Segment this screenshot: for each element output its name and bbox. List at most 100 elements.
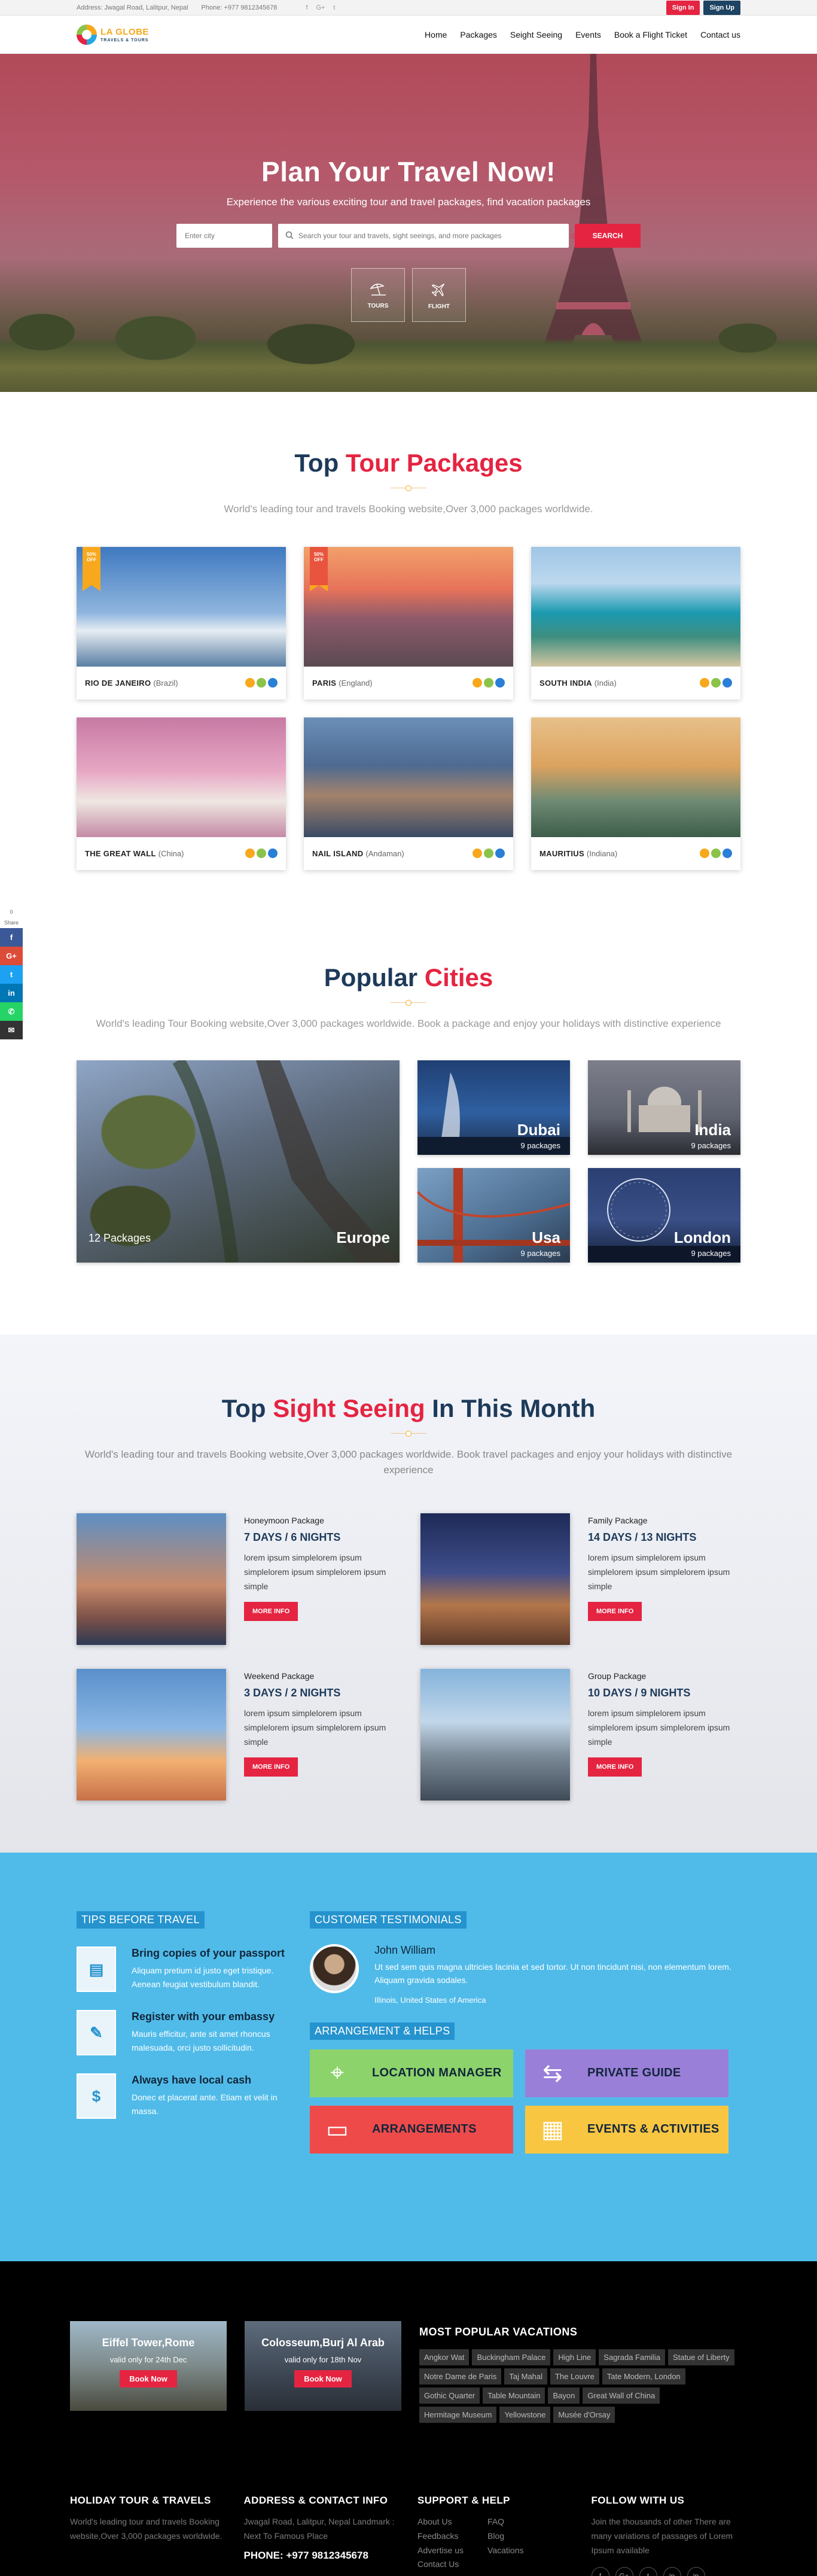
vacation-tag[interactable]: Great Wall of China — [583, 2388, 660, 2404]
transport-icon — [723, 678, 732, 688]
tip-text: Mauris efficitur, ante sit amet rhoncus … — [132, 2029, 270, 2052]
nav-packages[interactable]: Packages — [460, 30, 496, 39]
hotel-icon — [711, 848, 721, 858]
flight-card[interactable]: FLIGHT — [412, 268, 466, 322]
help-button[interactable]: ⇆ PRIVATE GUIDE — [525, 2049, 728, 2097]
package-features — [472, 848, 505, 858]
more-info-button[interactable]: MORE INFO — [588, 1757, 642, 1777]
vacation-tag[interactable]: Gothic Quarter — [419, 2388, 480, 2404]
vacation-tag[interactable]: The Louvre — [550, 2368, 599, 2385]
promo-card[interactable]: Eiffel Tower,Rome valid only for 24th De… — [70, 2321, 227, 2411]
city-input[interactable] — [176, 224, 272, 248]
footer-heading: ADDRESS & CONTACT INFO — [243, 2495, 388, 2506]
vacation-tag[interactable]: Yellowstone — [499, 2407, 551, 2423]
facebook-icon[interactable]: f — [306, 4, 307, 11]
more-info-button[interactable]: MORE INFO — [244, 1602, 298, 1622]
sign-up-button[interactable]: Sign Up — [703, 1, 740, 15]
book-now-button[interactable]: Book Now — [294, 2370, 352, 2388]
vacation-tag[interactable]: Musée d'Orsay — [553, 2407, 615, 2423]
footer-link[interactable]: Vacations — [487, 2544, 523, 2558]
top-bar: Address: Jwagal Road, Lalitpur, Nepal Ph… — [0, 0, 817, 16]
email-share-icon[interactable]: ✉ — [0, 1021, 23, 1039]
google-plus-icon[interactable]: G+ — [615, 2567, 633, 2576]
transport-icon — [268, 848, 278, 858]
city-card-europe[interactable]: 12 Packages Europe — [77, 1060, 400, 1263]
city-card-usa[interactable]: Usa 9 packages — [417, 1167, 570, 1263]
footer-link[interactable]: FAQ — [487, 2515, 523, 2529]
footer-link[interactable]: About Us — [417, 2515, 464, 2529]
facebook-icon[interactable]: f — [591, 2567, 609, 2576]
nav-contact[interactable]: Contact us — [700, 30, 740, 39]
package-features — [700, 678, 732, 688]
linkedin-icon[interactable]: in — [663, 2567, 681, 2576]
packages-title: Top Tour Packages — [294, 449, 523, 477]
package-card[interactable]: 50% OFF RIO DE JANEIRO (Brazil) — [77, 546, 286, 699]
package-name: SOUTH INDIA — [539, 678, 592, 688]
vacation-tag[interactable]: Angkor Wat — [419, 2349, 470, 2365]
vacation-tag[interactable]: Hermitage Museum — [419, 2407, 497, 2423]
popular-vacations: MOST POPULAR VACATIONS Angkor Wat Bucking… — [419, 2321, 736, 2423]
whatsapp-share-icon[interactable]: ✆ — [0, 1002, 23, 1021]
footer-link[interactable]: Contact Us — [417, 2557, 464, 2572]
hero-title: Plan Your Travel Now! — [261, 156, 556, 187]
google-plus-icon[interactable]: G+ — [316, 4, 325, 11]
testimonials-heading: CUSTOMER TESTIMONIALS — [310, 1911, 467, 1929]
vacation-tag[interactable]: Sagrada Familia — [599, 2349, 665, 2365]
promo-card[interactable]: Colosseum,Burj Al Arab valid only for 18… — [245, 2321, 401, 2411]
nav-home[interactable]: Home — [425, 30, 447, 39]
city-card-london[interactable]: London 9 packages — [588, 1167, 740, 1263]
divider — [391, 483, 426, 493]
nav-events[interactable]: Events — [575, 30, 601, 39]
footer-link[interactable]: Advertise us — [417, 2544, 464, 2558]
hotel-icon — [257, 678, 266, 688]
vacation-tag[interactable]: Notre Dame de Paris — [419, 2368, 502, 2385]
nav-book-flight[interactable]: Book a Flight Ticket — [614, 30, 687, 39]
package-category: Family Package — [588, 1516, 648, 1525]
package-card[interactable]: MAURITIUS (Indiana) — [531, 717, 740, 870]
twitter-icon[interactable]: t — [639, 2567, 657, 2576]
book-now-button[interactable]: Book Now — [120, 2370, 177, 2388]
search-input[interactable] — [278, 224, 569, 248]
footer-address: Jwagal Road, Lalitpur, Nepal Landmark : … — [243, 2517, 395, 2541]
package-image — [304, 546, 513, 667]
footer-link[interactable]: Blog — [487, 2529, 523, 2544]
vacation-tag[interactable]: Statue of Liberty — [667, 2349, 734, 2365]
facebook-share-icon[interactable]: f — [0, 928, 23, 947]
footer-link[interactable]: Feedbacks — [417, 2529, 464, 2544]
linkedin-icon[interactable]: in — [687, 2567, 705, 2576]
linkedin-share-icon[interactable]: in — [0, 984, 23, 1002]
avatar — [310, 1944, 359, 1993]
more-info-button[interactable]: MORE INFO — [588, 1602, 642, 1622]
city-card-india[interactable]: India 9 packages — [588, 1060, 740, 1155]
food-icon — [472, 678, 482, 688]
bed-icon: ▭ — [325, 2116, 349, 2143]
tours-card[interactable]: TOURS — [351, 268, 405, 322]
vacation-tag[interactable]: High Line — [553, 2349, 596, 2365]
package-photo — [420, 1513, 570, 1645]
vacation-tag[interactable]: Taj Mahal — [504, 2368, 548, 2385]
package-card[interactable]: NAIL ISLAND (Andaman) — [304, 717, 513, 870]
more-info-button[interactable]: MORE INFO — [244, 1757, 298, 1777]
vacation-tag[interactable]: Buckingham Palace — [472, 2349, 551, 2365]
city-name: London — [673, 1228, 731, 1246]
vacation-tag[interactable]: Tate Modern, London — [602, 2368, 685, 2385]
transport-icon — [723, 848, 732, 858]
package-card[interactable]: SOUTH INDIA (India) — [531, 546, 740, 699]
package-card[interactable]: 50% OFF PARIS (England) — [304, 546, 513, 699]
sign-in-button[interactable]: Sign In — [666, 1, 700, 15]
nav-sight-seeing[interactable]: Seight Seeing — [510, 30, 562, 39]
vacation-tag[interactable]: Table Mountain — [483, 2388, 545, 2404]
twitter-share-icon[interactable]: t — [0, 965, 23, 984]
site-logo[interactable]: LA GLOBE TRAVELS & TOURS — [77, 25, 149, 45]
help-button[interactable]: ▦ EVENTS & ACTIVITIES — [525, 2105, 728, 2154]
city-card-dubai[interactable]: Dubai 9 packages — [417, 1060, 570, 1155]
site-footer: Eiffel Tower,Rome valid only for 24th De… — [0, 2261, 817, 2576]
twitter-icon[interactable]: t — [333, 4, 335, 11]
search-button[interactable]: SEARCH — [575, 224, 641, 248]
help-button[interactable]: ▭ ARRANGEMENTS — [310, 2105, 513, 2154]
google-plus-share-icon[interactable]: G+ — [0, 947, 23, 965]
help-button[interactable]: ⌖ LOCATION MANAGER — [310, 2049, 513, 2097]
package-card[interactable]: THE GREAT WALL (China) — [77, 717, 286, 870]
calendar-icon: ▦ — [541, 2116, 565, 2143]
vacation-tag[interactable]: Bayon — [548, 2388, 580, 2404]
